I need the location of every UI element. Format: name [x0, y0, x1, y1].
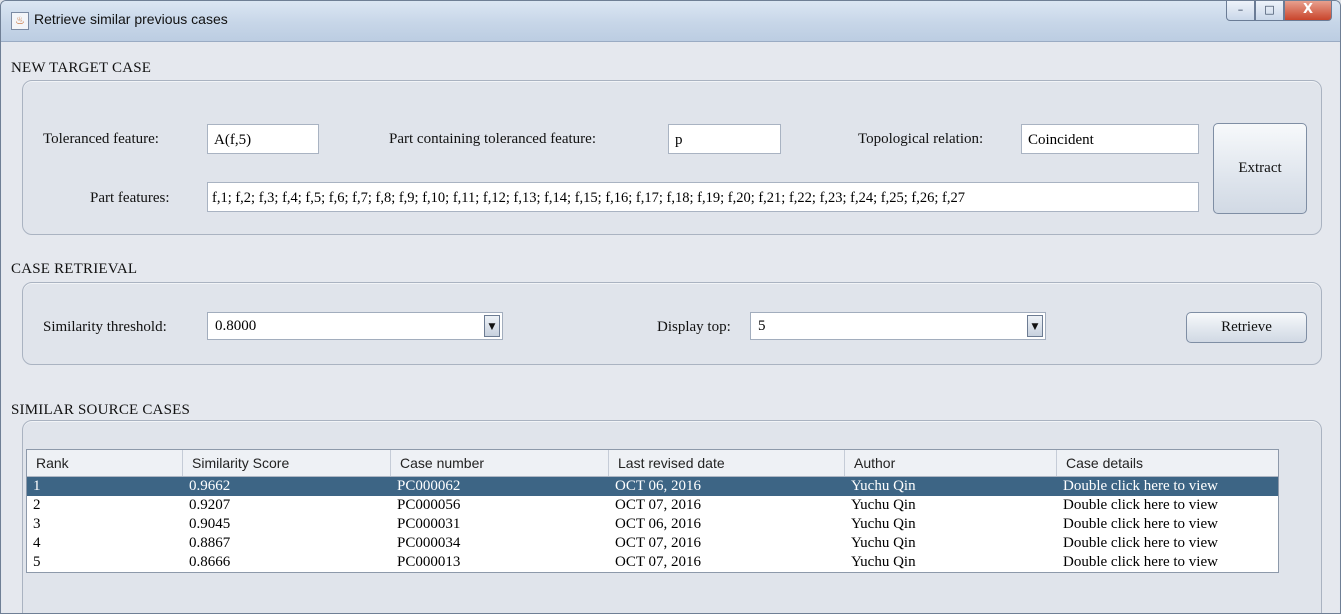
- cell-case-number: PC000034: [397, 535, 461, 551]
- cell-last-revised-date: OCT 07, 2016: [615, 497, 701, 513]
- cell-case-details[interactable]: Double click here to view: [1057, 553, 1278, 572]
- cell-author: Yuchu Qin: [851, 478, 916, 494]
- content-pane: NEW TARGET CASE Toleranced feature: A(f,…: [2, 42, 1339, 613]
- cell-last-revised-date: OCT 06, 2016: [615, 478, 701, 494]
- window-controls: – □ X: [1226, 1, 1332, 21]
- cell-author: Yuchu Qin: [851, 554, 916, 570]
- part-features-label: Part features:: [90, 190, 170, 206]
- column-header-last-revised-date[interactable]: Last revised date: [609, 450, 845, 476]
- window-title: Retrieve similar previous cases: [34, 11, 228, 27]
- cell-author: Yuchu Qin: [851, 497, 916, 513]
- display-top-label: Display top:: [657, 319, 731, 335]
- new-target-case-heading: NEW TARGET CASE: [11, 60, 152, 76]
- cell-rank: 4: [33, 535, 41, 551]
- cell-case-number: PC000031: [397, 516, 461, 532]
- dropdown-arrow-icon[interactable]: ▼: [1027, 315, 1043, 337]
- app-window: ♨ Retrieve similar previous cases – □ X …: [0, 0, 1341, 614]
- java-app-icon: ♨: [11, 12, 29, 30]
- column-header-case-number[interactable]: Case number: [391, 450, 609, 476]
- cell-rank: 5: [33, 554, 41, 570]
- column-header-author[interactable]: Author: [845, 450, 1057, 476]
- cell-similarity-score: 0.9045: [189, 516, 231, 532]
- cell-last-revised-date: OCT 07, 2016: [615, 554, 701, 570]
- cell-author: Yuchu Qin: [851, 516, 916, 532]
- table-row[interactable]: 3 0.9045 PC000031 OCT 06, 2016 Yuchu Qin…: [27, 515, 1278, 534]
- toleranced-feature-label: Toleranced feature:: [43, 131, 159, 147]
- close-button[interactable]: X: [1284, 1, 1332, 21]
- cell-last-revised-date: OCT 07, 2016: [615, 535, 701, 551]
- cell-rank: 2: [33, 497, 41, 513]
- toleranced-feature-field[interactable]: A(f,5): [207, 124, 319, 154]
- topological-relation-field[interactable]: Coincident: [1021, 124, 1199, 154]
- extract-button[interactable]: Extract: [1213, 123, 1307, 214]
- cell-case-number: PC000013: [397, 554, 461, 570]
- part-features-field[interactable]: f,1; f,2; f,3; f,4; f,5; f,6; f,7; f,8; …: [207, 182, 1199, 212]
- display-top-value: 5: [758, 318, 766, 334]
- cell-case-details[interactable]: Double click here to view: [1057, 515, 1278, 534]
- cell-rank: 3: [33, 516, 41, 532]
- cell-case-details[interactable]: Double click here to view: [1057, 477, 1278, 496]
- table-row[interactable]: 1 0.9662 PC000062 OCT 06, 2016 Yuchu Qin…: [27, 477, 1278, 496]
- column-header-rank[interactable]: Rank: [27, 450, 183, 476]
- table-row[interactable]: 4 0.8867 PC000034 OCT 07, 2016 Yuchu Qin…: [27, 534, 1278, 553]
- display-top-dropdown[interactable]: 5 ▼: [750, 312, 1046, 340]
- cell-case-number: PC000056: [397, 497, 461, 513]
- cell-rank: 1: [33, 478, 41, 494]
- table-header: Rank Similarity Score Case number Last r…: [27, 450, 1278, 477]
- part-containing-label: Part containing toleranced feature:: [389, 131, 596, 147]
- similarity-threshold-value: 0.8000: [215, 318, 257, 334]
- similar-cases-table: Rank Similarity Score Case number Last r…: [26, 449, 1279, 573]
- cell-author: Yuchu Qin: [851, 535, 916, 551]
- cell-case-details[interactable]: Double click here to view: [1057, 496, 1278, 515]
- column-header-case-details[interactable]: Case details: [1057, 450, 1278, 476]
- cell-last-revised-date: OCT 06, 2016: [615, 516, 701, 532]
- title-bar[interactable]: ♨ Retrieve similar previous cases – □ X: [1, 1, 1340, 42]
- column-header-similarity-score[interactable]: Similarity Score: [183, 450, 391, 476]
- similarity-threshold-label: Similarity threshold:: [43, 319, 167, 335]
- table-row[interactable]: 2 0.9207 PC000056 OCT 07, 2016 Yuchu Qin…: [27, 496, 1278, 515]
- cell-similarity-score: 0.8666: [189, 554, 231, 570]
- retrieve-button[interactable]: Retrieve: [1186, 312, 1307, 343]
- cell-case-details[interactable]: Double click here to view: [1057, 534, 1278, 553]
- case-retrieval-heading: CASE RETRIEVAL: [11, 261, 138, 277]
- similarity-threshold-dropdown[interactable]: 0.8000 ▼: [207, 312, 503, 340]
- cell-similarity-score: 0.9207: [189, 497, 231, 513]
- part-containing-field[interactable]: p: [668, 124, 781, 154]
- topological-relation-label: Topological relation:: [858, 131, 984, 147]
- minimize-button[interactable]: –: [1226, 1, 1255, 21]
- cell-case-number: PC000062: [397, 478, 461, 494]
- table-row[interactable]: 5 0.8666 PC000013 OCT 07, 2016 Yuchu Qin…: [27, 553, 1278, 572]
- maximize-button[interactable]: □: [1255, 1, 1284, 21]
- similar-source-cases-heading: SIMILAR SOURCE CASES: [11, 402, 191, 418]
- cell-similarity-score: 0.9662: [189, 478, 231, 494]
- cell-similarity-score: 0.8867: [189, 535, 231, 551]
- dropdown-arrow-icon[interactable]: ▼: [484, 315, 500, 337]
